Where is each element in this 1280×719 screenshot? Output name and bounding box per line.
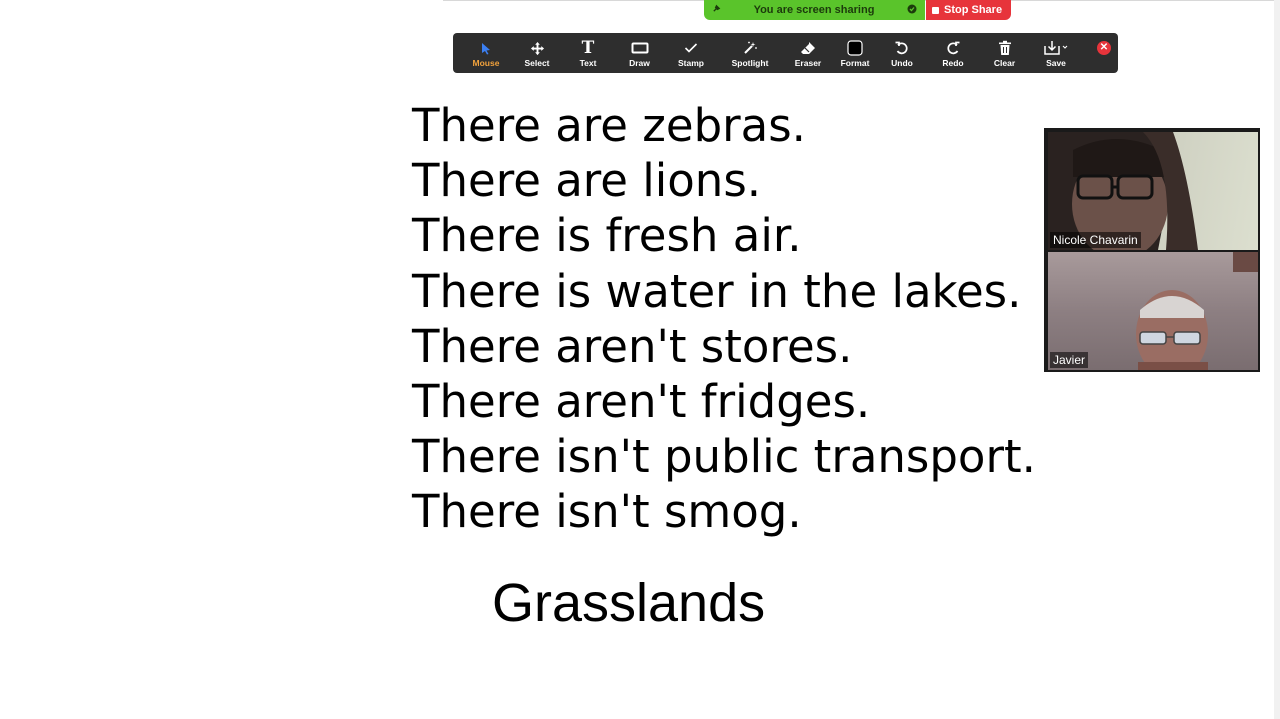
tool-text-label: Text (579, 58, 597, 68)
tool-undo[interactable]: Undo (878, 33, 926, 73)
rectangle-icon (631, 38, 649, 58)
trash-icon (998, 38, 1012, 58)
tool-stamp-label: Stamp (678, 58, 704, 68)
eraser-icon (800, 38, 816, 58)
stop-share-button[interactable]: Stop Share (926, 0, 1012, 20)
slide-title: Grasslands (492, 573, 766, 633)
sentence: There is water in the lakes. (412, 264, 1022, 318)
share-status-label: You are screen sharing (753, 4, 875, 16)
stop-share-label: Stop Share (944, 4, 1003, 16)
tool-mouse[interactable]: Mouse (461, 33, 511, 73)
sentence: There isn't public transport. (412, 430, 1036, 484)
tool-clear-label: Clear (993, 58, 1016, 68)
share-banner: You are screen sharing Stop Share (704, 0, 1012, 20)
tool-clear[interactable]: Clear (980, 33, 1029, 73)
text-t-icon: T (581, 37, 595, 58)
screen-share-page: You are screen sharing Stop Share Mouse … (0, 0, 1280, 719)
tool-undo-label: Undo (891, 58, 913, 68)
close-icon: ✕ (1099, 42, 1109, 53)
tool-text[interactable]: T Text (563, 33, 613, 73)
video-tile[interactable]: Javier (1048, 252, 1258, 370)
tool-eraser-label: Eraser (794, 58, 822, 68)
square-swatch-icon (847, 38, 863, 58)
sentence: There are lions. (412, 154, 762, 208)
pin-icon (712, 4, 721, 16)
tool-draw-label: Draw (629, 58, 650, 68)
annotation-toolbar: Mouse Select T Text Draw Stamp Spotlight… (453, 33, 1118, 73)
tool-mouse-label: Mouse (472, 58, 500, 68)
close-toolbar-button[interactable]: ✕ (1097, 41, 1111, 55)
vertical-scrollbar[interactable] (1274, 0, 1280, 719)
tool-save[interactable]: Save (1029, 33, 1083, 73)
slide-sentence-list: There are zebras. There are lions. There… (412, 98, 1036, 540)
shield-icon (907, 4, 917, 17)
tool-draw[interactable]: Draw (613, 33, 666, 73)
tool-stamp[interactable]: Stamp (666, 33, 716, 73)
tool-format-label: Format (840, 58, 870, 68)
move-arrows-icon (530, 38, 545, 58)
participant-name: Nicole Chavarin (1050, 232, 1141, 248)
redo-icon (945, 38, 961, 58)
tool-select-label: Select (524, 58, 550, 68)
tool-format[interactable]: Format (832, 33, 878, 73)
video-panel[interactable]: Nicole Chavarin Javier (1044, 128, 1260, 372)
magic-wand-icon (742, 38, 758, 58)
share-status[interactable]: You are screen sharing (704, 0, 925, 20)
tool-eraser[interactable]: Eraser (784, 33, 832, 73)
tool-select[interactable]: Select (511, 33, 563, 73)
tool-redo-label: Redo (942, 58, 964, 68)
sentence: There aren't fridges. (412, 375, 871, 429)
sentence: There aren't stores. (412, 319, 853, 373)
download-icon (1043, 38, 1069, 58)
video-tile[interactable]: Nicole Chavarin (1048, 132, 1258, 250)
tool-spotlight-label: Spotlight (731, 58, 769, 68)
stop-icon (932, 6, 939, 14)
sentence: There isn't smog. (412, 485, 802, 539)
checkmark-icon (684, 38, 698, 58)
tool-redo[interactable]: Redo (926, 33, 980, 73)
sentence: There are zebras. (412, 99, 806, 152)
cursor-arrow-icon (479, 38, 493, 58)
sentence: There is fresh air. (412, 209, 802, 263)
undo-icon (894, 38, 910, 58)
participant-name: Javier (1050, 352, 1089, 368)
tool-spotlight[interactable]: Spotlight (716, 33, 784, 73)
tool-save-label: Save (1046, 58, 1066, 68)
